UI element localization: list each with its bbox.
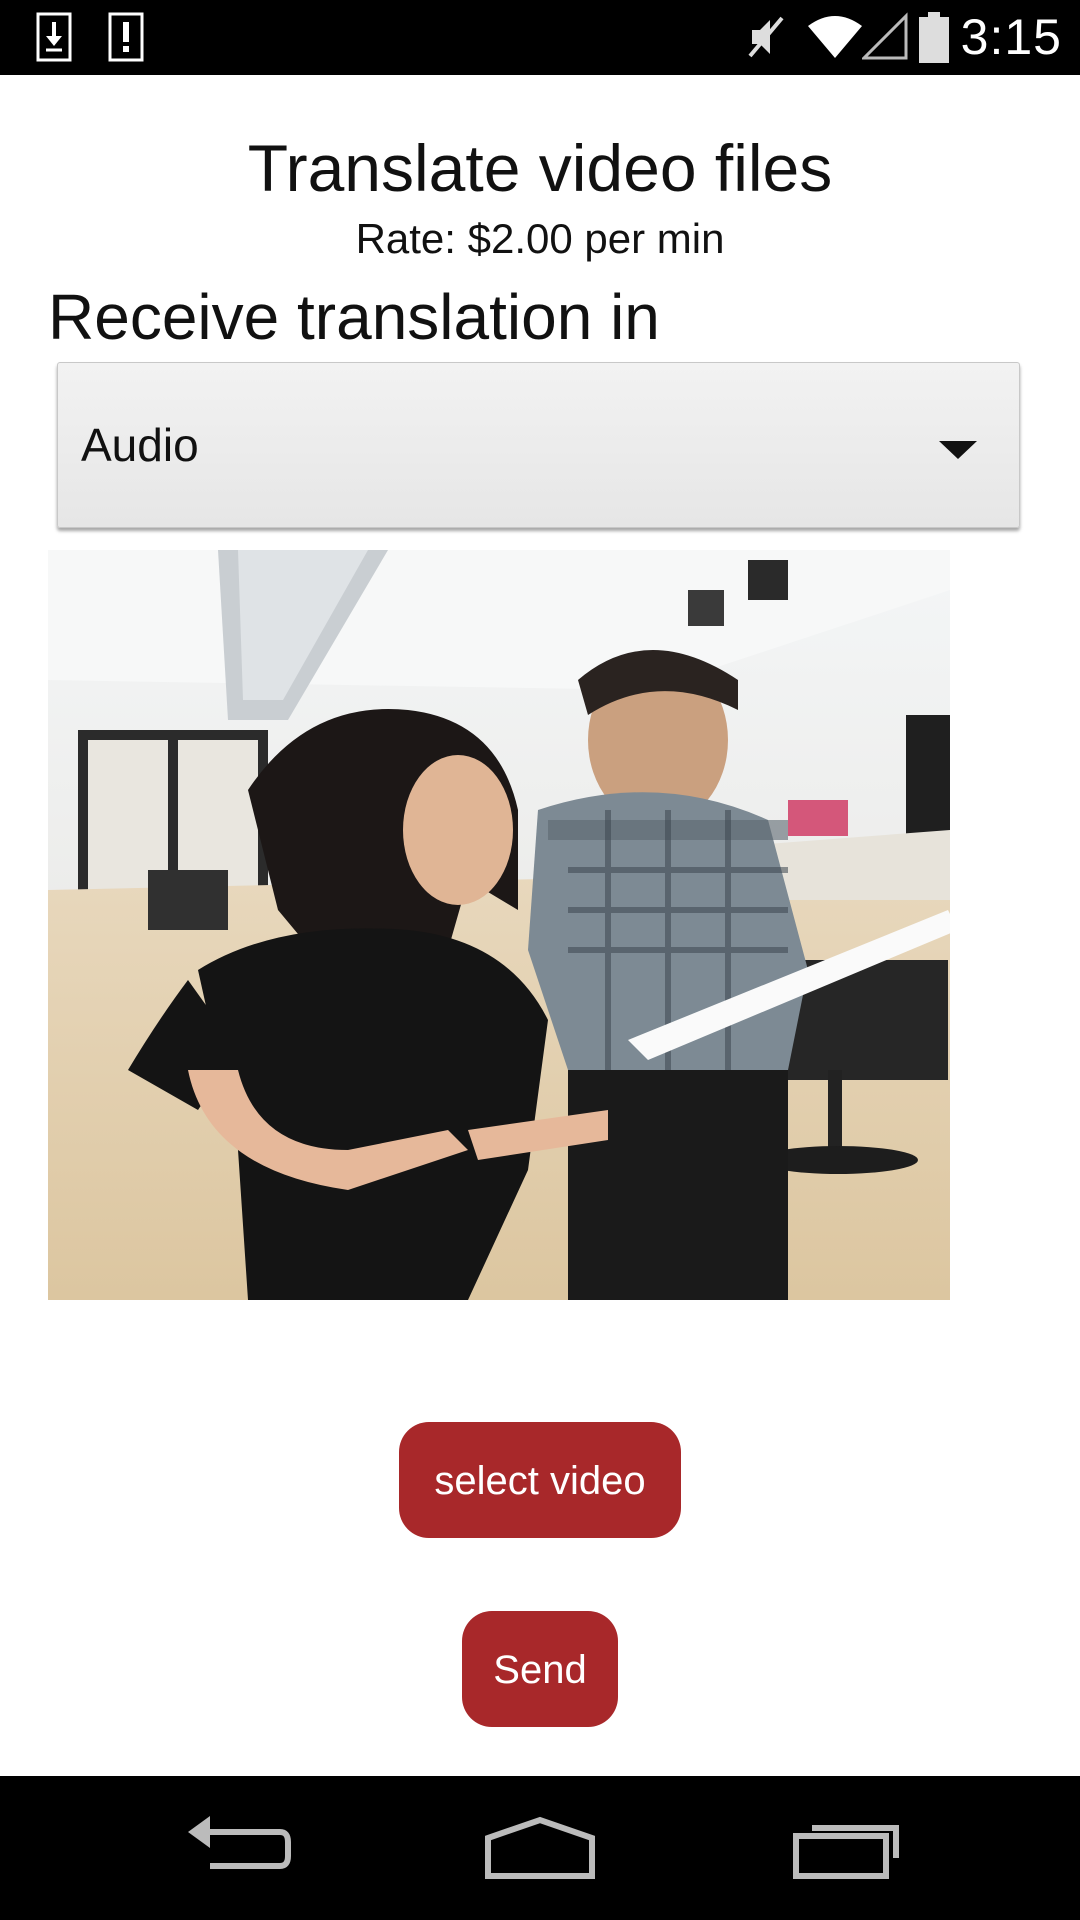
send-button[interactable]: Send [462,1611,618,1727]
home-icon[interactable] [480,1806,600,1886]
alert-icon [108,12,144,62]
download-icon [36,12,72,62]
back-icon[interactable] [180,1806,300,1886]
battery-icon [919,12,949,63]
navigation-bar [0,1776,1080,1920]
signal-icon [862,12,908,60]
dropdown-arrow-icon [939,441,977,459]
page-title: Translate video files [247,131,833,205]
rate-label: Rate: $2.00 per min [355,215,725,262]
receive-translation-label: Receive translation in [48,281,660,353]
select-video-button[interactable]: select video [399,1422,681,1538]
mute-icon [748,16,784,58]
video-thumbnail [48,550,950,1300]
dropdown-selected-value: Audio [81,419,199,471]
recent-apps-icon[interactable] [788,1806,908,1886]
translation-format-dropdown[interactable]: Audio [57,362,1020,528]
video-thumbnail-image [48,550,950,1300]
clock: 3:15 [960,9,1062,65]
wifi-icon [808,16,862,58]
status-bar: 3:15 [0,0,1080,75]
